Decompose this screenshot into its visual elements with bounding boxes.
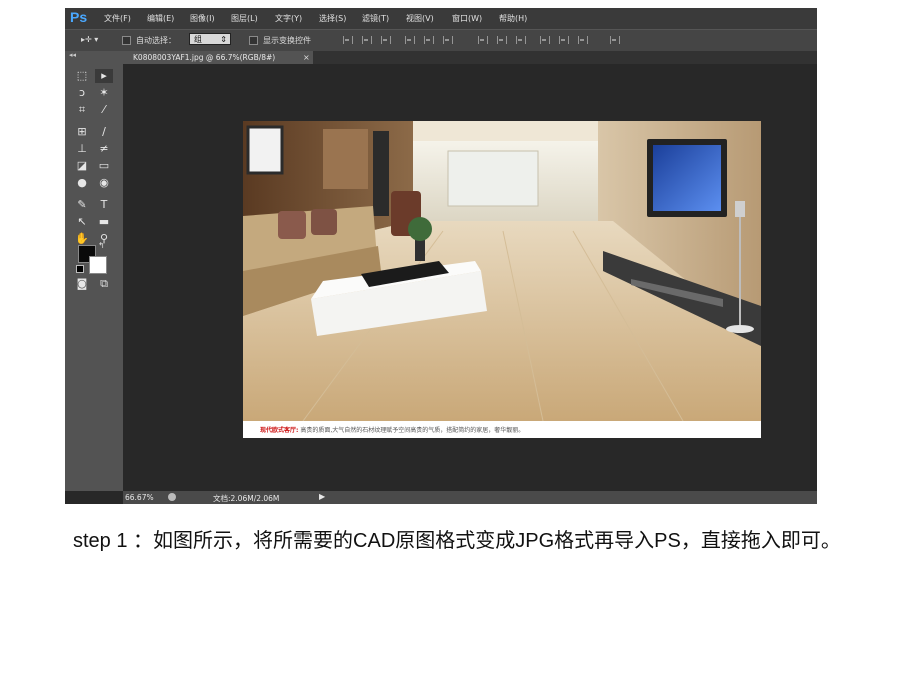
auto-select-value: 组 bbox=[194, 35, 202, 44]
align-hcenter-icon[interactable] bbox=[424, 36, 434, 44]
menu-window[interactable]: 窗口(W) bbox=[452, 13, 482, 24]
lasso-tool-icon[interactable]: ↄ bbox=[73, 86, 91, 100]
auto-select-dropdown[interactable]: 组 ⇕ bbox=[189, 33, 231, 45]
gradient-tool-icon[interactable]: ▭ bbox=[95, 159, 113, 173]
distribute-left-icon[interactable] bbox=[540, 36, 550, 44]
rectangle-tool-icon[interactable]: ▬ bbox=[95, 215, 113, 229]
document-tab[interactable]: K0808003YAF1.jpg @ 66.7%(RGB/8#) × bbox=[123, 51, 313, 64]
zoom-level[interactable]: 66.67% bbox=[125, 493, 154, 502]
align-top-icon[interactable] bbox=[343, 36, 353, 44]
align-bottom-icon[interactable] bbox=[381, 36, 391, 44]
clone-stamp-tool-icon[interactable]: ⊥ bbox=[73, 142, 91, 156]
align-right-icon[interactable] bbox=[443, 36, 453, 44]
swap-colors-icon[interactable]: ↰ bbox=[98, 241, 105, 250]
distribute-hcenter-icon[interactable] bbox=[559, 36, 569, 44]
show-transform-checkbox[interactable] bbox=[249, 36, 258, 45]
crop-tool-icon[interactable]: ⌗ bbox=[73, 103, 91, 117]
menu-select[interactable]: 选择(S) bbox=[319, 13, 346, 24]
type-tool-icon[interactable]: T bbox=[95, 198, 113, 212]
brush-tool-icon[interactable]: ∕ bbox=[95, 125, 113, 139]
dropdown-arrow-icon: ⇕ bbox=[220, 35, 227, 44]
options-bar: ▸✛ ▾ 自动选择： 组 ⇕ 显示变换控件 bbox=[65, 29, 817, 51]
document-size: 文档:2.06M/2.06M bbox=[213, 494, 280, 503]
status-menu-arrow-icon[interactable]: ▶ bbox=[319, 492, 325, 501]
document-tab-bar: K0808003YAF1.jpg @ 66.7%(RGB/8#) × bbox=[123, 51, 817, 64]
close-tab-icon[interactable]: × bbox=[303, 51, 310, 64]
status-info-icon[interactable] bbox=[168, 493, 176, 501]
blur-tool-icon[interactable]: ● bbox=[73, 176, 91, 190]
marquee-tool-icon[interactable]: ⬚ bbox=[73, 69, 91, 83]
menu-type[interactable]: 文字(Y) bbox=[275, 13, 302, 24]
menu-layer[interactable]: 图层(L) bbox=[231, 13, 258, 24]
menu-image[interactable]: 图像(I) bbox=[190, 13, 215, 24]
distribute-bottom-icon[interactable] bbox=[516, 36, 526, 44]
auto-select-checkbox[interactable] bbox=[122, 36, 131, 45]
spot-healing-tool-icon[interactable]: ⊞ bbox=[73, 125, 91, 139]
step-description: step 1 ：如图所示，将所需要的CAD原图格式变成JPG格式再导入PS，直接… bbox=[73, 530, 841, 552]
show-transform-label: 显示变换控件 bbox=[263, 36, 311, 45]
image-caption: 现代欧式客厅: 高贵的质面,大气自然的石材纹理赋予空间高贵的气质，搭配简约的家居… bbox=[260, 425, 524, 434]
tools-panel: ◂◂ ⬚ ▸ ↄ ✶ ⌗ ⁄ ⊞ ∕ ⊥ ≠ ◪ ▭ ● ◉ ✎ T ↖ ▬ ✋… bbox=[65, 51, 123, 491]
living-room-render bbox=[243, 121, 761, 421]
hand-tool-icon[interactable]: ✋ bbox=[73, 232, 91, 246]
pen-tool-icon[interactable]: ✎ bbox=[73, 198, 91, 212]
distribute-top-icon[interactable] bbox=[478, 36, 488, 44]
menu-filter[interactable]: 滤镜(T) bbox=[362, 13, 389, 24]
photoshop-logo: Ps bbox=[70, 9, 88, 25]
background-color-swatch[interactable] bbox=[89, 256, 107, 274]
menu-help[interactable]: 帮助(H) bbox=[499, 13, 527, 24]
eyedropper-tool-icon[interactable]: ⁄ bbox=[95, 103, 113, 117]
document-canvas[interactable]: 现代欧式客厅: 高贵的质面,大气自然的石材纹理赋予空间高贵的气质，搭配简约的家居… bbox=[243, 121, 761, 438]
default-colors-icon[interactable] bbox=[76, 265, 84, 273]
move-tool-preset-icon[interactable]: ▸✛ ▾ bbox=[81, 35, 98, 44]
collapse-panel-icon[interactable]: ◂◂ bbox=[69, 51, 76, 59]
menu-edit[interactable]: 编辑(E) bbox=[147, 13, 174, 24]
living-room-photo bbox=[243, 121, 761, 421]
menu-file[interactable]: 文件(F) bbox=[104, 13, 131, 24]
menu-view[interactable]: 视图(V) bbox=[406, 13, 434, 24]
photoshop-window: Ps 文件(F) 编辑(E) 图像(I) 图层(L) 文字(Y) 选择(S) 滤… bbox=[65, 8, 817, 504]
align-vcenter-icon[interactable] bbox=[362, 36, 372, 44]
auto-align-layers-icon[interactable] bbox=[610, 36, 620, 44]
move-tool-icon[interactable]: ▸ bbox=[95, 69, 113, 83]
dodge-tool-icon[interactable]: ◉ bbox=[95, 176, 113, 190]
caption-text: 高贵的质面,大气自然的石材纹理赋予空间高贵的气质，搭配简约的家居，奢华靓丽。 bbox=[298, 427, 525, 434]
distribute-right-icon[interactable] bbox=[578, 36, 588, 44]
eraser-tool-icon[interactable]: ◪ bbox=[73, 159, 91, 173]
document-tab-title: K0808003YAF1.jpg @ 66.7%(RGB/8#) bbox=[133, 53, 276, 62]
screen-mode-tool-icon[interactable]: ⧉ bbox=[95, 277, 113, 291]
history-brush-tool-icon[interactable]: ≠ bbox=[95, 142, 113, 156]
align-left-icon[interactable] bbox=[405, 36, 415, 44]
status-bar: 66.67% 文档:2.06M/2.06M ▶ bbox=[123, 491, 817, 504]
quick-mask-tool-icon[interactable]: ◙ bbox=[73, 277, 91, 291]
menu-bar: Ps 文件(F) 编辑(E) 图像(I) 图层(L) 文字(Y) 选择(S) 滤… bbox=[65, 8, 817, 29]
magic-wand-tool-icon[interactable]: ✶ bbox=[95, 86, 113, 100]
auto-select-label: 自动选择： bbox=[136, 36, 176, 45]
caption-lead: 现代欧式客厅: bbox=[260, 427, 299, 434]
path-selection-tool-icon[interactable]: ↖ bbox=[73, 215, 91, 229]
distribute-vcenter-icon[interactable] bbox=[497, 36, 507, 44]
